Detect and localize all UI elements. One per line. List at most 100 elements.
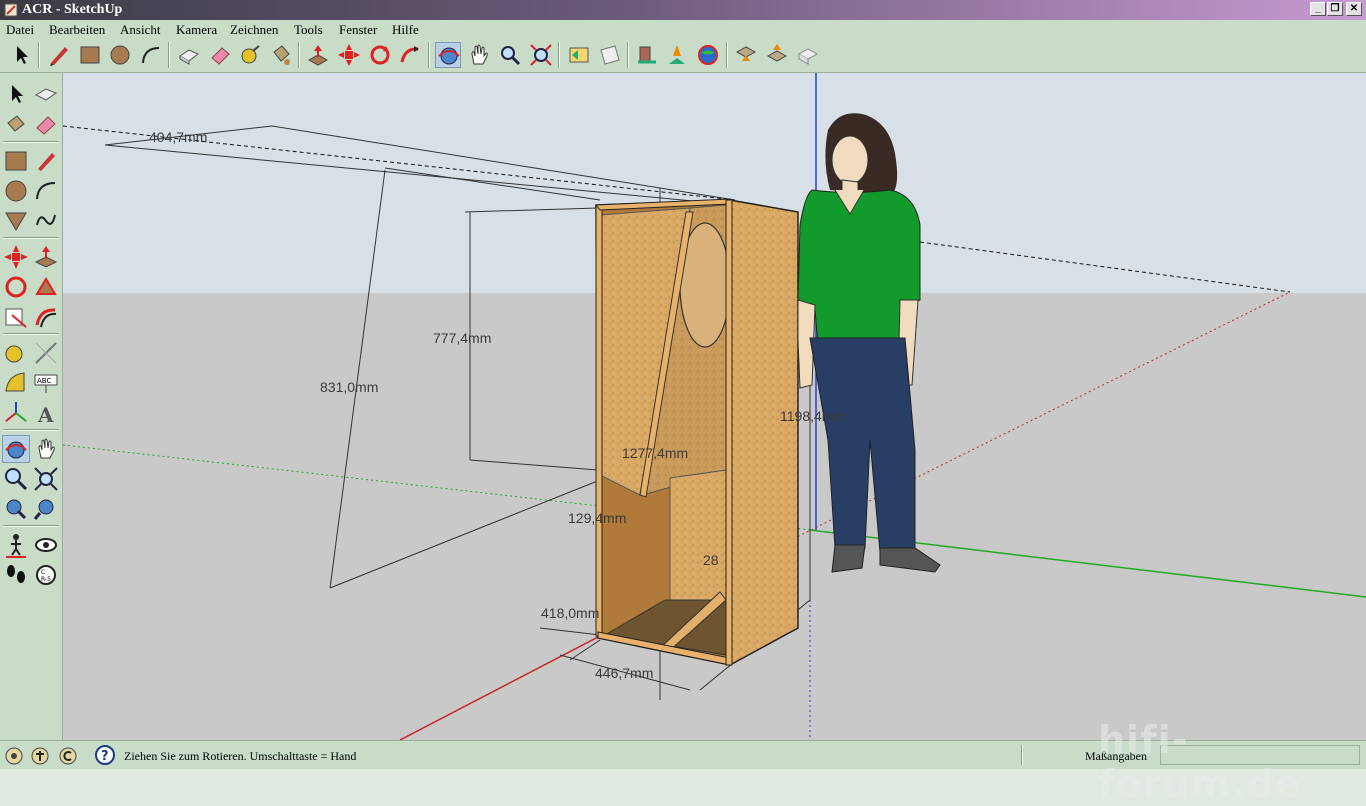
- paint-bucket-icon[interactable]: [2, 111, 30, 139]
- import-icon[interactable]: [764, 42, 790, 68]
- toolbar-separator: [168, 42, 170, 68]
- zoom-icon[interactable]: [497, 42, 523, 68]
- scale-icon[interactable]: [2, 303, 30, 331]
- orbit-icon[interactable]: [2, 435, 30, 463]
- restore-button[interactable]: ❐: [1327, 2, 1343, 16]
- paint-bucket-icon[interactable]: [268, 42, 294, 68]
- toolbar-separator: [3, 237, 59, 239]
- menu-ansicht[interactable]: Ansicht: [120, 22, 160, 38]
- share-component-icon[interactable]: [795, 42, 821, 68]
- port-back-wall: [669, 469, 727, 601]
- look-around-icon[interactable]: [32, 531, 60, 559]
- eraser-icon[interactable]: [207, 42, 233, 68]
- status-hint: Ziehen Sie zum Rotieren. Umschalttaste =…: [124, 749, 357, 763]
- export-icon[interactable]: [733, 42, 759, 68]
- offset-icon[interactable]: [32, 303, 60, 331]
- 3d-text-icon[interactable]: A: [32, 399, 60, 427]
- dim-port-width[interactable]: 129,4mm: [568, 510, 626, 526]
- protractor-icon[interactable]: [2, 369, 30, 397]
- circle-icon[interactable]: [2, 177, 30, 205]
- move-icon[interactable]: [2, 243, 30, 271]
- dim-total-height[interactable]: 1198,4mm: [780, 408, 845, 424]
- sign-in-icon[interactable]: [58, 746, 78, 766]
- make-component-icon[interactable]: [32, 81, 60, 109]
- axes-icon[interactable]: [2, 399, 30, 427]
- scene-canvas: [63, 73, 1366, 740]
- orbit-icon[interactable]: [435, 42, 461, 68]
- google-earth-icon[interactable]: [695, 42, 721, 68]
- menu-zeichnen[interactable]: Zeichnen: [230, 22, 278, 38]
- rotate-icon[interactable]: [367, 42, 393, 68]
- zoom-extents-icon[interactable]: [32, 495, 60, 523]
- dim-port-length[interactable]: 1277,4mm: [622, 445, 688, 461]
- rotate-icon[interactable]: [2, 273, 30, 301]
- watermark: hifi-forum.de: [1098, 718, 1302, 806]
- help-icon[interactable]: ?: [95, 745, 115, 765]
- pan-icon[interactable]: [32, 435, 60, 463]
- window-title: ACR - SketchUp: [22, 2, 123, 17]
- cabinet-side-panel: [729, 199, 799, 667]
- follow-me-icon[interactable]: [32, 273, 60, 301]
- select-icon[interactable]: [2, 81, 30, 109]
- polygon-icon[interactable]: [2, 207, 30, 235]
- position-camera-icon[interactable]: [2, 531, 30, 559]
- push-pull-icon[interactable]: [305, 42, 331, 68]
- rectangle-icon[interactable]: [2, 147, 30, 175]
- toolbar-separator: [38, 42, 40, 68]
- minimize-button[interactable]: _: [1310, 2, 1326, 16]
- previous-icon[interactable]: [2, 495, 30, 523]
- eraser-icon[interactable]: [32, 111, 60, 139]
- geo-location-icon[interactable]: [4, 746, 24, 766]
- push-pull-icon[interactable]: [32, 243, 60, 271]
- section-plane-icon[interactable]: C R-5: [32, 561, 60, 589]
- pan-icon[interactable]: [466, 42, 492, 68]
- text-icon[interactable]: ABC: [32, 369, 60, 397]
- title-bar: ACR - SketchUp _ ❐ ✕: [0, 0, 1366, 20]
- svg-text:C: C: [41, 569, 45, 576]
- toolbar-separator: [627, 42, 629, 68]
- tape-measure-icon[interactable]: [237, 42, 263, 68]
- zoom-icon[interactable]: [2, 465, 30, 493]
- pencil-icon[interactable]: [32, 147, 60, 175]
- credits-icon[interactable]: [30, 746, 50, 766]
- zoom-extents-icon[interactable]: [528, 42, 554, 68]
- previous-view-icon[interactable]: [566, 42, 592, 68]
- share-model-icon[interactable]: [664, 42, 690, 68]
- rectangle-icon[interactable]: [77, 42, 103, 68]
- menu-bar: Datei Bearbeiten Ansicht Kamera Zeichnen…: [0, 20, 1366, 38]
- pencil-icon[interactable]: [46, 42, 72, 68]
- menu-hilfe[interactable]: Hilfe: [392, 22, 419, 38]
- make-component-icon[interactable]: [176, 42, 202, 68]
- svg-text:?: ?: [101, 749, 109, 764]
- arc-icon[interactable]: [138, 42, 164, 68]
- arc-icon[interactable]: [32, 177, 60, 205]
- svg-text:A: A: [37, 403, 54, 427]
- menu-tools[interactable]: Tools: [294, 22, 323, 38]
- freehand-icon[interactable]: [32, 207, 60, 235]
- menu-kamera[interactable]: Kamera: [176, 22, 217, 38]
- dim-bottom-inner[interactable]: 418,0mm: [541, 605, 599, 621]
- dim-top-width[interactable]: 404,7mm: [149, 129, 207, 145]
- close-button[interactable]: ✕: [1346, 2, 1362, 16]
- next-view-icon[interactable]: [597, 42, 623, 68]
- move-icon[interactable]: [336, 42, 362, 68]
- menu-bearbeiten[interactable]: Bearbeiten: [49, 22, 105, 38]
- dim-diagonal[interactable]: 831,0mm: [320, 379, 378, 395]
- walk-icon[interactable]: [2, 561, 30, 589]
- dim-inner-height[interactable]: 777,4mm: [433, 330, 491, 346]
- toolbar-separator: [726, 42, 728, 68]
- drawing-viewport[interactable]: 404,7mm 777,4mm 831,0mm 1198,4mm 1277,4m…: [63, 73, 1366, 740]
- front-edge-right: [725, 199, 733, 666]
- tape-measure-icon[interactable]: [2, 339, 30, 367]
- dim-bottom-outer[interactable]: 446,7mm: [595, 665, 653, 681]
- dimension-icon[interactable]: [32, 339, 60, 367]
- toolbar-separator: [298, 42, 300, 68]
- dim-small[interactable]: 28: [703, 552, 719, 568]
- zoom-window-icon[interactable]: [32, 465, 60, 493]
- follow-me-icon[interactable]: [397, 42, 423, 68]
- menu-fenster[interactable]: Fenster: [339, 22, 377, 38]
- menu-datei[interactable]: Datei: [6, 22, 34, 38]
- select-tool-icon[interactable]: [8, 42, 34, 68]
- circle-icon[interactable]: [107, 42, 133, 68]
- get-models-icon[interactable]: [634, 42, 660, 68]
